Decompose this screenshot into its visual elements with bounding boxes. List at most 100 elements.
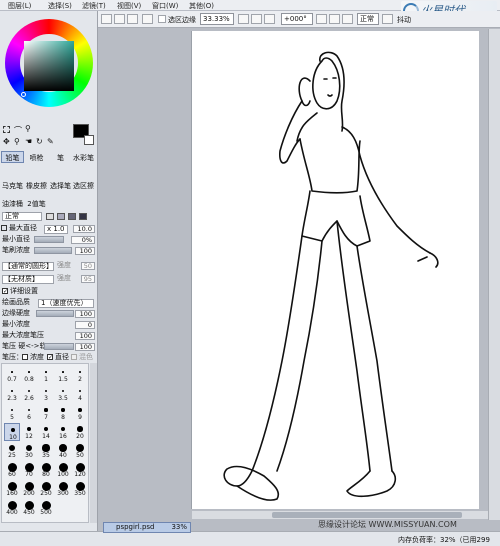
tool-pencil[interactable]: 铅笔 xyxy=(1,151,24,163)
tool-select-eraser[interactable]: 选区擦 xyxy=(72,179,95,191)
drawing-paper[interactable] xyxy=(191,31,479,509)
zoom-field[interactable]: 33.33% xyxy=(200,13,234,25)
brush-size-cell[interactable]: 9 xyxy=(72,404,88,422)
rotate-reset-button[interactable] xyxy=(342,14,353,24)
tip-round-icon[interactable] xyxy=(68,213,76,220)
rect-select-icon[interactable] xyxy=(3,126,10,133)
menu-view[interactable]: 视图(V) xyxy=(117,1,141,11)
brush-size-cell[interactable]: 16 xyxy=(55,423,71,441)
invert-selection-button[interactable] xyxy=(114,14,125,24)
brush-size-cell[interactable]: 250 xyxy=(38,480,54,498)
tip-hard-icon[interactable] xyxy=(46,213,54,220)
tool-select-pen[interactable]: 选择笔 xyxy=(49,179,72,191)
pressure-size-checkbox[interactable]: ✓ xyxy=(47,354,53,361)
brush-size-cell[interactable]: 4 xyxy=(72,385,88,403)
brush-size-cell[interactable]: 350 xyxy=(72,480,88,498)
rotate-left-button[interactable] xyxy=(316,14,327,24)
brush-size-cell[interactable]: 2.6 xyxy=(21,385,37,403)
tool-airbrush[interactable]: 喷枪 xyxy=(25,151,48,163)
brush-size-cell[interactable]: 500 xyxy=(38,499,54,517)
tool-watercolor[interactable]: 水彩笔 xyxy=(72,151,95,163)
brush-size-cell[interactable]: 60 xyxy=(4,461,20,479)
horizontal-scroll-thumb[interactable] xyxy=(272,512,462,518)
brush-size-cell[interactable]: 6 xyxy=(21,404,37,422)
brush-size-cell[interactable]: 3.5 xyxy=(55,385,71,403)
edge-hardness-value[interactable]: 100 xyxy=(75,310,95,318)
brush-size-cell[interactable]: 1.5 xyxy=(55,366,71,384)
zoom-out-button[interactable] xyxy=(251,14,262,24)
max-size-multiplier[interactable]: x 1.0 xyxy=(44,225,68,234)
density-value[interactable]: 100 xyxy=(75,247,95,255)
brush-size-cell[interactable]: 80 xyxy=(38,461,54,479)
menu-layer[interactable]: 图层(L) xyxy=(8,1,31,11)
brush-size-cell[interactable]: 300 xyxy=(55,480,71,498)
brush-size-cell[interactable]: 0.8 xyxy=(21,366,37,384)
min-size-value[interactable]: 0% xyxy=(71,236,95,244)
brush-palette-scrollbar[interactable] xyxy=(90,363,97,523)
move-icon[interactable]: ✥ xyxy=(3,137,10,146)
min-size-slider[interactable] xyxy=(34,236,64,243)
brush-size-cell[interactable]: 50 xyxy=(72,442,88,460)
canvas-area[interactable] xyxy=(99,29,500,520)
rotate-icon[interactable]: ↻ xyxy=(36,137,43,146)
brush-size-cell[interactable]: 1 xyxy=(38,366,54,384)
zoom-icon[interactable]: ⚲ xyxy=(14,137,20,146)
horizontal-scrollbar[interactable] xyxy=(192,511,488,519)
brush-size-cell[interactable]: 10 xyxy=(4,423,20,441)
edge-hardness-slider[interactable] xyxy=(36,310,74,317)
density-slider[interactable] xyxy=(34,247,72,254)
brush-size-cell[interactable]: 40 xyxy=(55,442,71,460)
blend-mode-select[interactable]: 正常 xyxy=(357,13,379,25)
brush-size-cell[interactable]: 14 xyxy=(38,423,54,441)
vertical-scrollbar[interactable] xyxy=(488,29,500,520)
brush-size-cell[interactable]: 120 xyxy=(72,461,88,479)
brush-size-cell[interactable]: 35 xyxy=(38,442,54,460)
tool-bucket[interactable]: 油漆桶 xyxy=(1,197,24,209)
hand-icon[interactable]: ☚ xyxy=(25,137,32,146)
eyedropper-icon[interactable]: ✎ xyxy=(47,137,54,146)
tip-flat-icon[interactable] xyxy=(79,213,87,220)
tool-eraser[interactable]: 橡皮擦 xyxy=(25,179,48,191)
brush-size-cell[interactable]: 25 xyxy=(4,442,20,460)
max-density-pressure-value[interactable]: 100 xyxy=(75,332,95,340)
rotate-button[interactable] xyxy=(142,14,153,24)
texture-strength-value[interactable]: 95 xyxy=(81,275,95,283)
pressure-blend-checkbox[interactable] xyxy=(71,354,77,360)
brush-size-cell[interactable]: 7 xyxy=(38,404,54,422)
tool-pen[interactable]: 笔 xyxy=(49,151,72,163)
brush-size-cell[interactable]: 0.7 xyxy=(4,366,20,384)
flip-button[interactable] xyxy=(382,14,393,24)
pressure-hardness-slider[interactable] xyxy=(44,343,74,350)
brush-shape-select[interactable]: 【通常的圆形】 xyxy=(2,262,54,271)
brush-size-cell[interactable]: 8 xyxy=(55,404,71,422)
saturation-value-square[interactable] xyxy=(24,41,74,91)
menu-other[interactable]: 其他(O) xyxy=(189,1,214,11)
brush-size-cell[interactable]: 100 xyxy=(55,461,71,479)
color-picker-cursor[interactable] xyxy=(21,92,26,97)
pressure-density-checkbox[interactable] xyxy=(22,354,28,360)
selection-edge-checkbox[interactable] xyxy=(158,15,166,23)
tip-soft-icon[interactable] xyxy=(57,213,65,220)
menu-window[interactable]: 窗口(W) xyxy=(152,1,178,11)
rotate-right-button[interactable] xyxy=(329,14,340,24)
menu-select[interactable]: 选择(S) xyxy=(48,1,72,11)
tool-marker[interactable]: 马克笔 xyxy=(1,179,24,191)
pressure-hardness-value[interactable]: 100 xyxy=(75,343,95,351)
brush-blend-select[interactable]: 正常 xyxy=(2,212,42,221)
deselect-button[interactable] xyxy=(101,14,112,24)
brush-size-cell[interactable]: 2 xyxy=(72,366,88,384)
document-tab[interactable]: pspgirl.psd 33% xyxy=(103,522,191,533)
lasso-icon[interactable]: ⌒ xyxy=(14,125,22,136)
detail-checkbox[interactable]: ✓ xyxy=(2,288,8,295)
brush-size-cell[interactable]: 400 xyxy=(4,499,20,517)
secondary-color-swatch[interactable] xyxy=(84,135,94,145)
brush-size-cell[interactable]: 3 xyxy=(38,385,54,403)
tool-binary-pen[interactable]: 2值笔 xyxy=(25,197,48,209)
brush-size-cell[interactable]: 160 xyxy=(4,480,20,498)
show-selection-button[interactable] xyxy=(127,14,138,24)
brush-size-cell[interactable]: 200 xyxy=(21,480,37,498)
brush-size-cell[interactable]: 2.3 xyxy=(4,385,20,403)
min-density-value[interactable]: 0 xyxy=(75,321,95,329)
quality-select[interactable]: 1（速度优先） xyxy=(38,299,94,308)
zoom-in-button[interactable] xyxy=(238,14,249,24)
